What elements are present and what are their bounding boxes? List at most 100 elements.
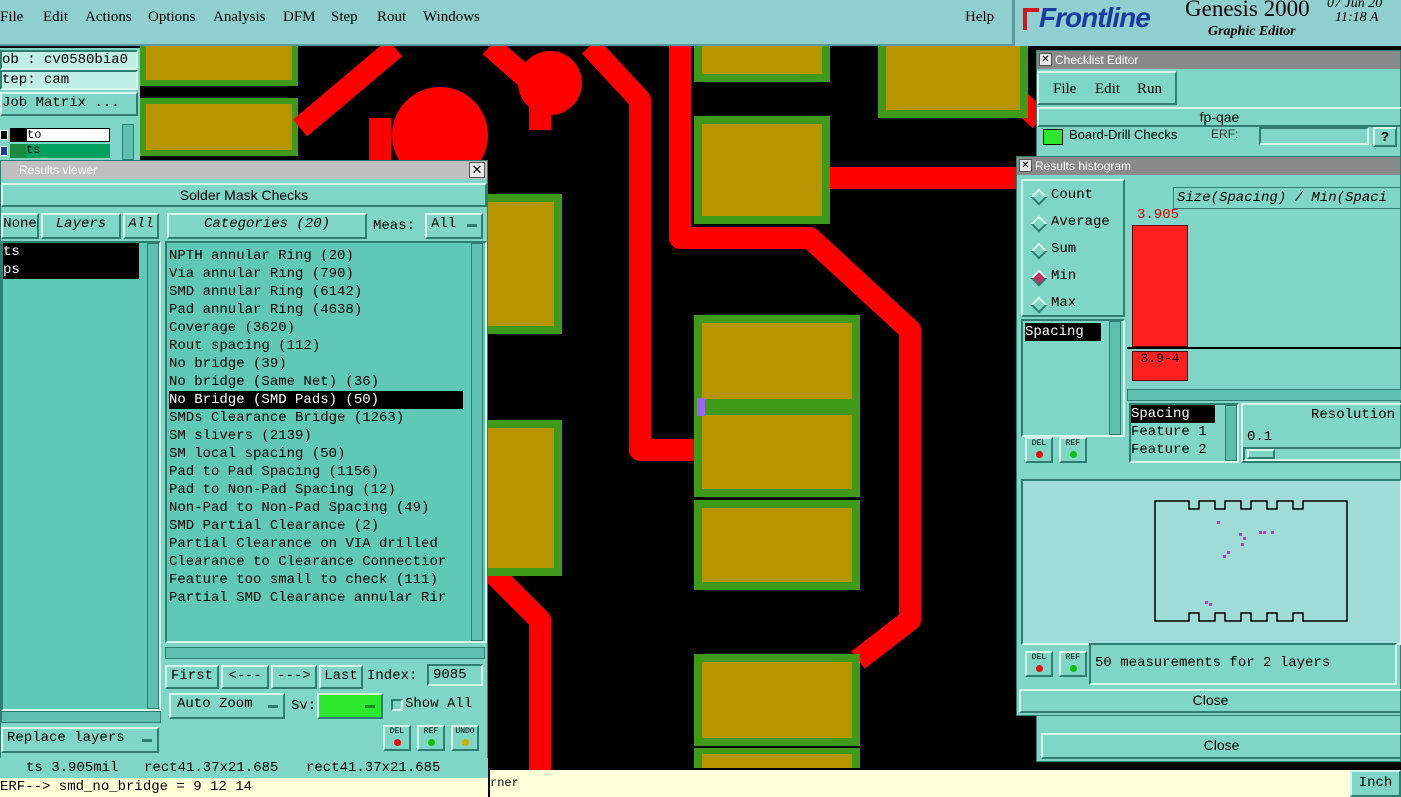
sv-color-select[interactable] <box>317 693 383 719</box>
category-item[interactable]: Coverage (3620) <box>169 319 485 337</box>
radio-min[interactable] <box>1030 269 1048 287</box>
last-button[interactable]: Last <box>319 665 363 689</box>
layers-hscrollbar[interactable] <box>1 711 161 723</box>
del-button[interactable]: DEL <box>383 725 411 751</box>
help-button[interactable]: ? <box>1373 127 1397 147</box>
histogram-list-scrollbar[interactable] <box>1109 321 1121 435</box>
category-item[interactable]: SMD annular Ring (6142) <box>169 283 485 301</box>
menu-analysis[interactable]: Analysis <box>213 9 266 26</box>
del-button[interactable]: DEL <box>1025 651 1053 677</box>
category-item[interactable]: SMDs Clearance Bridge (1263) <box>169 409 485 427</box>
prev-button[interactable]: <--- <box>221 665 269 689</box>
next-button[interactable]: ---> <box>271 665 317 689</box>
category-item[interactable]: Rout spacing (112) <box>169 337 485 355</box>
command-line[interactable]: ERF--> smd_no_bridge = 9 12 14 <box>0 778 488 797</box>
radio-max[interactable] <box>1030 296 1048 314</box>
category-item[interactable]: No Bridge (SMD Pads) (50) <box>169 391 463 409</box>
layers-scrollbar[interactable] <box>147 243 159 709</box>
checklist-menu-file[interactable]: File <box>1053 81 1076 98</box>
chart-hscrollbar[interactable] <box>1127 389 1401 401</box>
checklist-name: fp-qae <box>1037 107 1401 127</box>
brand-area: Frontline Genesis 2000 Graphic Editor 07… <box>1012 0 1401 46</box>
units-button[interactable]: Inch <box>1350 770 1401 797</box>
radio-count[interactable] <box>1030 188 1048 206</box>
category-item[interactable]: SM local spacing (50) <box>169 445 485 463</box>
menu-help[interactable]: Help <box>965 9 994 26</box>
layers-list[interactable]: ts ps <box>1 241 161 711</box>
field-item[interactable]: Feature 1 <box>1131 423 1237 441</box>
ref-button[interactable]: REF <box>1059 651 1087 677</box>
histogram-close-button[interactable]: Close <box>1019 689 1401 713</box>
histogram-bar[interactable] <box>1132 225 1188 347</box>
menu-dfm[interactable]: DFM <box>283 9 316 26</box>
menu-step[interactable]: Step <box>331 9 358 26</box>
job-matrix-button[interactable]: Job Matrix ... <box>0 92 138 116</box>
field-item[interactable]: Spacing <box>1131 405 1215 423</box>
menu-windows[interactable]: Windows <box>423 9 480 26</box>
checklist-menu-edit[interactable]: Edit <box>1095 81 1120 98</box>
first-button[interactable]: First <box>165 665 219 689</box>
layers-button[interactable]: Layers <box>41 213 121 239</box>
all-layers-button[interactable]: All <box>123 213 159 239</box>
categories-hscrollbar[interactable] <box>165 647 485 659</box>
layer-row-ts[interactable]: ts <box>0 144 112 158</box>
chart-title: Size(Spacing) / Min(Spaci <box>1173 187 1401 209</box>
category-item[interactable]: Feature too small to check (111) <box>169 571 485 589</box>
layer-list-item[interactable]: ps <box>3 261 139 279</box>
menu-edit[interactable]: Edit <box>43 9 68 26</box>
category-item[interactable]: SMD Partial Clearance (2) <box>169 517 485 535</box>
field-scrollbar[interactable] <box>1225 405 1237 461</box>
window-menu-icon[interactable]: ✕ <box>1019 159 1032 172</box>
radio-average[interactable] <box>1030 215 1048 233</box>
layer-row-to[interactable]: to <box>0 128 112 142</box>
none-button[interactable]: None <box>1 213 39 239</box>
resolution-slider[interactable] <box>1243 447 1401 461</box>
menu-rout[interactable]: Rout <box>377 9 406 26</box>
checklist-menu-run[interactable]: Run <box>1137 81 1162 98</box>
histogram-list-item[interactable]: Spacing <box>1025 323 1101 341</box>
category-item[interactable]: Clearance to Clearance Connectior <box>169 553 485 571</box>
category-item[interactable]: No bridge (39) <box>169 355 485 373</box>
category-item[interactable]: Non-Pad to Non-Pad Spacing (49) <box>169 499 485 517</box>
board-preview[interactable] <box>1021 479 1401 645</box>
show-all-checkbox[interactable] <box>391 699 403 711</box>
menu-actions[interactable]: Actions <box>85 9 132 26</box>
menu-file[interactable]: File <box>0 9 23 26</box>
ref-button[interactable]: REF <box>417 725 445 751</box>
categories-button[interactable]: Categories (20) <box>167 213 367 239</box>
results-viewer-titlebar[interactable]: Results viewer ✕ <box>1 161 487 179</box>
category-item[interactable]: Pad to Non-Pad Spacing (12) <box>169 481 485 499</box>
category-item[interactable]: Pad to Pad Spacing (1156) <box>169 463 485 481</box>
close-icon[interactable]: ✕ <box>469 162 485 178</box>
category-item[interactable]: No bridge (Same Net) (36) <box>169 373 485 391</box>
layer-list-item[interactable]: ts <box>3 243 139 261</box>
category-item[interactable]: Partial SMD Clearance annular Rir <box>169 589 485 607</box>
category-item[interactable]: Pad annular Ring (4638) <box>169 301 485 319</box>
category-item[interactable]: Partial Clearance on VIA drilled <box>169 535 485 553</box>
categories-list[interactable]: NPTH annular Ring (20) Via annular Ring (… <box>165 241 487 643</box>
slider-thumb[interactable] <box>1247 449 1275 459</box>
replace-layers-select[interactable]: Replace layers <box>1 727 159 753</box>
checklist-row[interactable]: Board-Drill Checks ERF: ? <box>1041 127 1401 149</box>
category-item[interactable]: NPTH annular Ring (20) <box>169 247 485 265</box>
green-dot-icon <box>1069 451 1077 458</box>
auto-zoom-select[interactable]: Auto Zoom <box>169 693 285 719</box>
checklist-editor-titlebar[interactable]: ✕ Checklist Editor <box>1037 51 1400 69</box>
del-button[interactable]: DEL <box>1025 437 1053 463</box>
menu-options[interactable]: Options <box>148 9 196 26</box>
category-item[interactable]: SM slivers (2139) <box>169 427 485 445</box>
index-input[interactable]: 9085 <box>427 664 483 686</box>
field-item[interactable]: Feature 2 <box>1131 441 1237 459</box>
categories-scrollbar[interactable] <box>471 243 483 641</box>
meas-select[interactable]: All <box>425 213 483 239</box>
erf-field[interactable] <box>1259 127 1369 145</box>
field-list[interactable]: Spacing Feature 1 Feature 2 <box>1129 403 1239 463</box>
histogram-titlebar[interactable]: ✕ Results histogram <box>1017 157 1400 175</box>
window-menu-icon[interactable]: ✕ <box>1039 53 1052 66</box>
ref-button[interactable]: REF <box>1059 437 1087 463</box>
undo-button[interactable]: UNDO <box>451 725 479 751</box>
radio-sum[interactable] <box>1030 242 1048 260</box>
layer-list-scrollbar[interactable] <box>122 124 134 160</box>
category-item[interactable]: Via annular Ring (790) <box>169 265 485 283</box>
checklist-close-button[interactable]: Close <box>1041 733 1401 759</box>
